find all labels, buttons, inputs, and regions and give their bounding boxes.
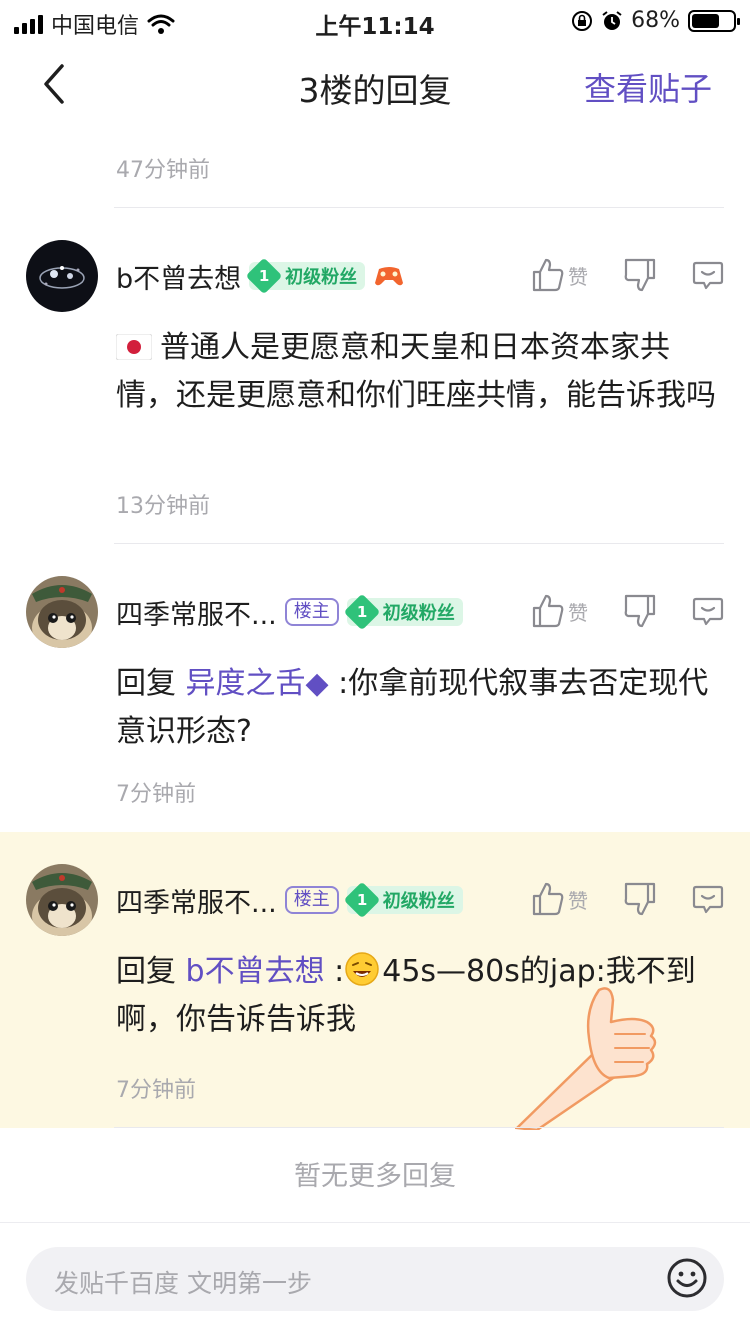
- username[interactable]: 四季常服不...: [116, 881, 277, 920]
- thumbs-down-icon[interactable]: [624, 882, 656, 916]
- avatar[interactable]: [26, 576, 98, 648]
- battery-icon: [688, 9, 740, 32]
- reply-content: 回复 异度之舌◆ :你拿前现代叙事去否定现代意识形态?: [116, 666, 709, 749]
- previous-timestamp: 47分钟前: [116, 158, 210, 183]
- bottom-input-bar: 发贴千百度 文明第一步: [0, 1222, 750, 1334]
- reply-input[interactable]: 发贴千百度 文明第一步: [26, 1247, 724, 1311]
- fan-level-badge: 1 初级粉丝: [343, 593, 463, 631]
- gamepad-icon: [375, 267, 404, 286]
- thumbs-down-icon[interactable]: [624, 594, 656, 628]
- like-button[interactable]: 赞: [532, 882, 624, 916]
- japan-flag-icon: [115, 333, 153, 361]
- reply-timestamp: 7分钟前: [116, 782, 196, 807]
- nav-header: 3楼的回复 查看贴子: [0, 48, 750, 120]
- mention-link[interactable]: b不曾去想: [186, 954, 325, 989]
- avatar[interactable]: [26, 240, 98, 312]
- thumbs-up-icon: [532, 882, 564, 916]
- thumbs-down-icon[interactable]: [624, 258, 656, 292]
- host-tag: 楼主: [284, 598, 339, 626]
- comment-icon[interactable]: [692, 595, 724, 627]
- reply-timestamp: 13分钟前: [116, 494, 210, 519]
- fan-level-badge: 1 初级粉丝: [343, 881, 463, 919]
- laughing-emoji-icon: [345, 952, 379, 986]
- alarm-icon: [602, 10, 622, 30]
- thumbs-up-sticker-icon: [515, 987, 657, 1130]
- orientation-lock-icon: [572, 10, 593, 31]
- reply-content: 普通人是更愿意和天皇和日本资本家共情，还是更愿意和你们旺座共情，能告诉我吗: [115, 330, 716, 413]
- like-button[interactable]: 赞: [532, 258, 624, 292]
- username[interactable]: b不曾去想: [116, 257, 241, 296]
- comment-icon[interactable]: [692, 259, 724, 291]
- emoji-icon[interactable]: [666, 1257, 708, 1299]
- like-button[interactable]: 赞: [532, 594, 624, 628]
- username[interactable]: 四季常服不...: [116, 593, 277, 632]
- view-post-link[interactable]: 查看贴子: [584, 64, 712, 110]
- avatar[interactable]: [26, 864, 98, 936]
- host-tag: 楼主: [284, 886, 339, 914]
- comment-icon[interactable]: [692, 883, 724, 915]
- mention-link[interactable]: 异度之舌◆: [186, 666, 329, 701]
- divider: [114, 207, 724, 208]
- input-placeholder: 发贴千百度 文明第一步: [54, 1269, 312, 1298]
- divider: [114, 543, 724, 544]
- divider: [114, 1127, 724, 1128]
- no-more-replies: 暂无更多回复: [294, 1161, 456, 1192]
- thumbs-up-icon: [532, 594, 564, 628]
- thumbs-up-icon: [532, 258, 564, 292]
- fan-level-badge: 1 初级粉丝: [245, 257, 366, 295]
- reply-timestamp: 7分钟前: [116, 1078, 196, 1103]
- status-bar: 中国电信 上午11:14 68%: [0, 0, 750, 40]
- battery-percent: 68%: [631, 8, 680, 33]
